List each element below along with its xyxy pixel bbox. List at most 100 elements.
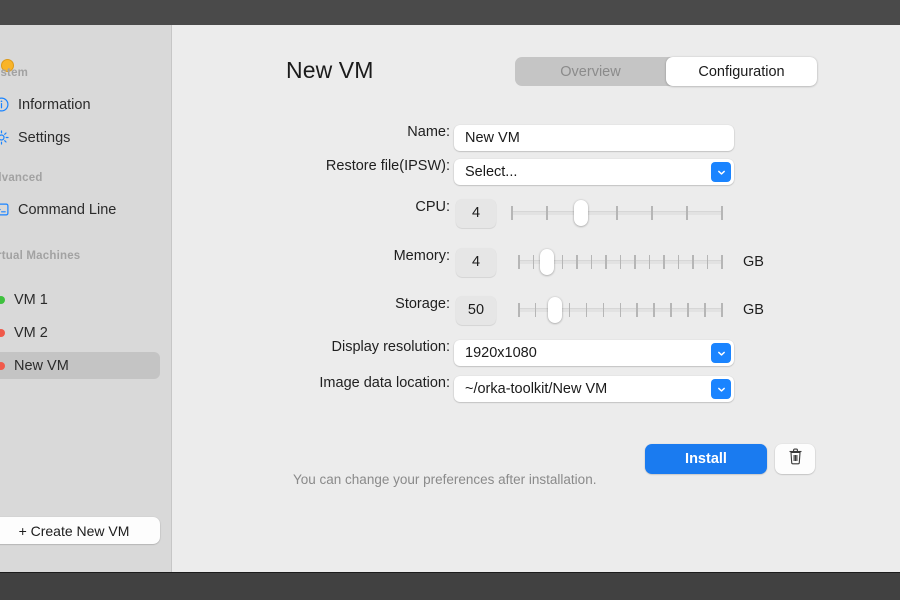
- form-row-cpu: CPU:4: [173, 199, 900, 227]
- slider-tick: [721, 206, 723, 220]
- slider-tick: [704, 303, 706, 317]
- sidebar-item-new-vm[interactable]: New VM: [0, 352, 160, 379]
- chevron-down-icon[interactable]: [711, 379, 731, 399]
- storage-slider-thumb[interactable]: [548, 297, 562, 323]
- sidebar-item-vm-1[interactable]: VM 1: [0, 286, 160, 313]
- slider-tick: [535, 303, 537, 317]
- slider-tick: [591, 255, 593, 269]
- create-new-vm-button[interactable]: + Create New VM: [0, 517, 160, 544]
- memory-value: 4: [472, 254, 480, 270]
- display_resolution-label: Display resolution:: [180, 339, 450, 355]
- memory-slider[interactable]: [518, 250, 723, 274]
- slider-tick: [562, 255, 564, 269]
- sidebar: SystemAdvancedVirtual Machines Informati…: [0, 25, 172, 572]
- storage-value-box[interactable]: 50: [456, 296, 496, 325]
- memory-slider-thumb[interactable]: [540, 249, 554, 275]
- slider-tick: [533, 255, 535, 269]
- slider-tick: [678, 255, 680, 269]
- slider-tick: [686, 206, 688, 220]
- chevron-down-icon[interactable]: [711, 162, 731, 182]
- tab-overview-label: Overview: [560, 64, 620, 80]
- display_resolution-value: 1920x1080: [465, 345, 537, 361]
- form-row-restore_file: Restore file(IPSW): Select...: [173, 158, 900, 186]
- tab-configuration[interactable]: Configuration: [666, 57, 817, 86]
- create-new-vm-label: + Create New VM: [19, 523, 130, 539]
- sidebar-item-settings[interactable]: Settings: [0, 124, 160, 151]
- memory-label: Memory:: [180, 248, 450, 264]
- cpu-value: 4: [472, 205, 480, 221]
- form-row-display_resolution: Display resolution: 1920x1080: [173, 339, 900, 367]
- sidebar-item-vm-2[interactable]: VM 2: [0, 319, 160, 346]
- slider-tick: [692, 255, 694, 269]
- status-dot-icon: [0, 329, 5, 337]
- slider-tick: [707, 255, 709, 269]
- slider-tick: [651, 206, 653, 220]
- view-segmented-control[interactable]: Overview Configuration: [515, 57, 817, 86]
- slider-tick: [634, 255, 636, 269]
- form-row-memory: Memory: 4 GB: [173, 248, 900, 276]
- chevron-down-icon[interactable]: [711, 343, 731, 363]
- slider-tick: [636, 303, 638, 317]
- storage-slider[interactable]: [518, 298, 723, 322]
- slider-tick: [687, 303, 689, 317]
- memory-value-box[interactable]: 4: [456, 248, 496, 277]
- slider-tick: [603, 303, 605, 317]
- status-dot-icon: [0, 362, 5, 370]
- slider-tick: [576, 255, 578, 269]
- slider-tick: [518, 255, 520, 269]
- preferences-hint: You can change your preferences after in…: [293, 472, 596, 487]
- form-row-image_data_location: Image data location: ~/orka-toolkit/New V…: [173, 375, 900, 403]
- cpu-value-box[interactable]: 4: [456, 199, 496, 228]
- slider-tick: [605, 255, 607, 269]
- sidebar-section-header: Virtual Machines: [0, 250, 80, 262]
- slider-tick: [721, 303, 723, 317]
- name-input[interactable]: New VM: [454, 125, 734, 151]
- info-circle-icon: [0, 97, 9, 112]
- display_resolution-dropdown[interactable]: 1920x1080: [454, 340, 734, 366]
- slider-tick: [546, 206, 548, 220]
- slider-tick: [721, 255, 723, 269]
- form-row-storage: Storage:50GB: [173, 296, 900, 324]
- image_data_location-value: ~/orka-toolkit/New VM: [465, 381, 607, 397]
- install-button[interactable]: Install: [645, 444, 767, 474]
- sidebar-item-label: Settings: [18, 130, 70, 146]
- storage-value: 50: [468, 302, 484, 318]
- slider-tick: [586, 303, 588, 317]
- slider-tick: [653, 303, 655, 317]
- sidebar-item-label: Command Line: [18, 202, 116, 218]
- trash-icon: [788, 448, 803, 470]
- status-dot-icon: [0, 296, 5, 304]
- name-value: New VM: [465, 130, 520, 146]
- restore_file-value: Select...: [465, 164, 517, 180]
- window-title-bar: [0, 0, 900, 25]
- window-bottom-bar: [0, 572, 900, 600]
- tab-overview[interactable]: Overview: [515, 57, 666, 86]
- sidebar-item-label: VM 2: [14, 325, 48, 341]
- form-row-name: Name: New VM: [173, 124, 900, 152]
- slider-tick: [649, 255, 651, 269]
- slider-tick: [616, 206, 618, 220]
- sidebar-item-label: VM 1: [14, 292, 48, 308]
- slider-tick: [511, 206, 513, 220]
- image_data_location-dropdown[interactable]: ~/orka-toolkit/New VM: [454, 376, 734, 402]
- sidebar-item-information[interactable]: Information: [0, 91, 160, 118]
- slider-tick: [670, 303, 672, 317]
- slider-tick: [569, 303, 571, 317]
- restore_file-dropdown[interactable]: Select...: [454, 159, 734, 185]
- cpu-slider[interactable]: [511, 201, 723, 225]
- sidebar-item-command-line[interactable]: Command Line: [0, 196, 160, 223]
- cpu-slider-thumb[interactable]: [574, 200, 588, 226]
- slider-tick: [518, 303, 520, 317]
- page-title: New VM: [286, 57, 374, 84]
- terminal-icon: [0, 202, 9, 217]
- image_data_location-label: Image data location:: [180, 375, 450, 391]
- delete-vm-button[interactable]: [775, 444, 815, 474]
- sidebar-item-label: Information: [18, 97, 91, 113]
- memory-unit: GB: [743, 254, 764, 270]
- restore_file-label: Restore file(IPSW):: [180, 158, 450, 174]
- slider-tick: [620, 255, 622, 269]
- name-label: Name:: [180, 124, 450, 140]
- install-button-label: Install: [685, 451, 727, 467]
- slider-tick: [663, 255, 665, 269]
- storage-unit: GB: [743, 302, 764, 318]
